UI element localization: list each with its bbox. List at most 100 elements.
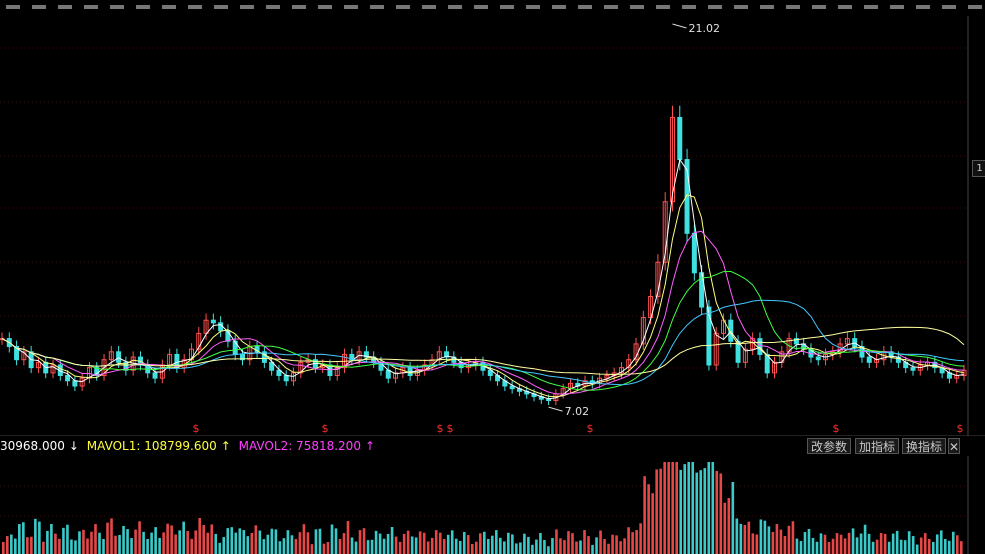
volume-bar (687, 462, 691, 554)
candle-body (757, 338, 763, 355)
volume-bar (66, 524, 69, 554)
date-strip-mark (890, 5, 904, 9)
volume-bar (146, 538, 149, 554)
mavol2-label: MAVOL2: 75818.200 (238, 439, 361, 453)
volume-bar (751, 533, 755, 554)
candle-body (546, 398, 552, 402)
volume-bar (523, 533, 526, 554)
volume-bar (515, 543, 518, 554)
volume-bar (250, 532, 254, 554)
volume-bar (607, 543, 610, 554)
volume-bar (847, 532, 851, 554)
volume-bar (62, 527, 65, 554)
volume-bar (915, 544, 919, 554)
date-strip-mark (682, 5, 696, 9)
vol-arrow: ↓ (68, 439, 79, 453)
volume-bar (446, 534, 450, 554)
volume-bar (827, 541, 831, 554)
volume-bar (547, 546, 550, 554)
volume-bar (434, 530, 438, 554)
volume-bar (442, 538, 446, 554)
date-strip-mark (604, 5, 618, 9)
volume-bar (330, 524, 334, 554)
volume-bar (426, 541, 430, 554)
volume-bar (675, 462, 678, 554)
volume-bar (895, 530, 899, 554)
volume-bar (627, 527, 630, 554)
signal-marker: $ (833, 422, 840, 435)
volume-bar (142, 531, 145, 554)
date-strip-mark (318, 5, 332, 9)
volume-bar (402, 533, 406, 554)
date-strip-mark (188, 5, 202, 9)
volume-bar (723, 502, 727, 554)
date-strip-mark (942, 5, 956, 9)
volume-bar (795, 538, 799, 554)
volume-bar (715, 470, 719, 554)
date-strip-mark (708, 5, 722, 9)
close-icon[interactable]: ✕ (948, 438, 960, 454)
volume-bar (539, 533, 542, 554)
volume-bar (306, 532, 310, 554)
volume-bar (503, 541, 506, 554)
date-strip-mark (864, 5, 878, 9)
volume-bar (619, 541, 622, 554)
volume-bar (466, 535, 470, 554)
volume-bar (378, 533, 382, 554)
candle-body (691, 232, 697, 274)
volume-bar (719, 473, 723, 554)
candle-body (65, 375, 71, 382)
volume-bar (366, 540, 370, 554)
volume-bar (202, 525, 206, 554)
candle-body (218, 322, 224, 332)
volume-bar (266, 534, 270, 554)
volume-bar (559, 538, 562, 554)
date-strip-mark (786, 5, 800, 9)
volume-bar (823, 534, 827, 554)
volume-bar (54, 533, 57, 554)
volume-bar (867, 533, 871, 554)
volume-bar (851, 528, 855, 554)
add-indicator-button[interactable]: 加指标 (855, 438, 900, 454)
volume-bar (174, 534, 177, 554)
volume-bar (454, 538, 458, 554)
volume-bar (483, 531, 486, 554)
volume-bar (30, 536, 33, 554)
volume-bar (811, 537, 815, 554)
volume-bar (651, 493, 654, 554)
volume-bar (162, 532, 165, 554)
change-params-button[interactable]: 改参数 (807, 438, 852, 454)
volume-bar (599, 530, 602, 554)
signal-marker: $ (587, 422, 594, 435)
volume-bar (6, 536, 9, 554)
date-strip-mark (552, 5, 566, 9)
volume-bar (314, 529, 318, 554)
candle-body (210, 319, 216, 324)
volume-bar (166, 523, 169, 554)
volume-bar (691, 462, 695, 554)
volume-bar (242, 530, 246, 554)
volume-bar (450, 530, 454, 554)
volume-bar (138, 521, 141, 554)
date-strip-mark (526, 5, 540, 9)
volume-bar (374, 530, 378, 554)
switch-indicator-button[interactable]: 换指标 (902, 438, 947, 454)
signal-marker: $ (447, 422, 454, 435)
volume-bar (154, 527, 157, 554)
candle-body (116, 351, 122, 363)
volume-bar (18, 524, 21, 554)
volume-bar (350, 537, 354, 554)
volume-bar (939, 530, 943, 554)
volume-bar (274, 529, 278, 554)
volume-bar (190, 538, 193, 554)
volume-bar (26, 537, 29, 554)
candle-body (385, 369, 391, 379)
date-strip-mark (448, 5, 462, 9)
volume-bar (487, 538, 490, 554)
volume-bar (819, 533, 823, 554)
volume-bar (531, 544, 534, 554)
volume-bar (186, 531, 189, 554)
volume-bar (294, 538, 298, 554)
volume-bar (14, 538, 17, 554)
volume-bar (318, 528, 322, 554)
